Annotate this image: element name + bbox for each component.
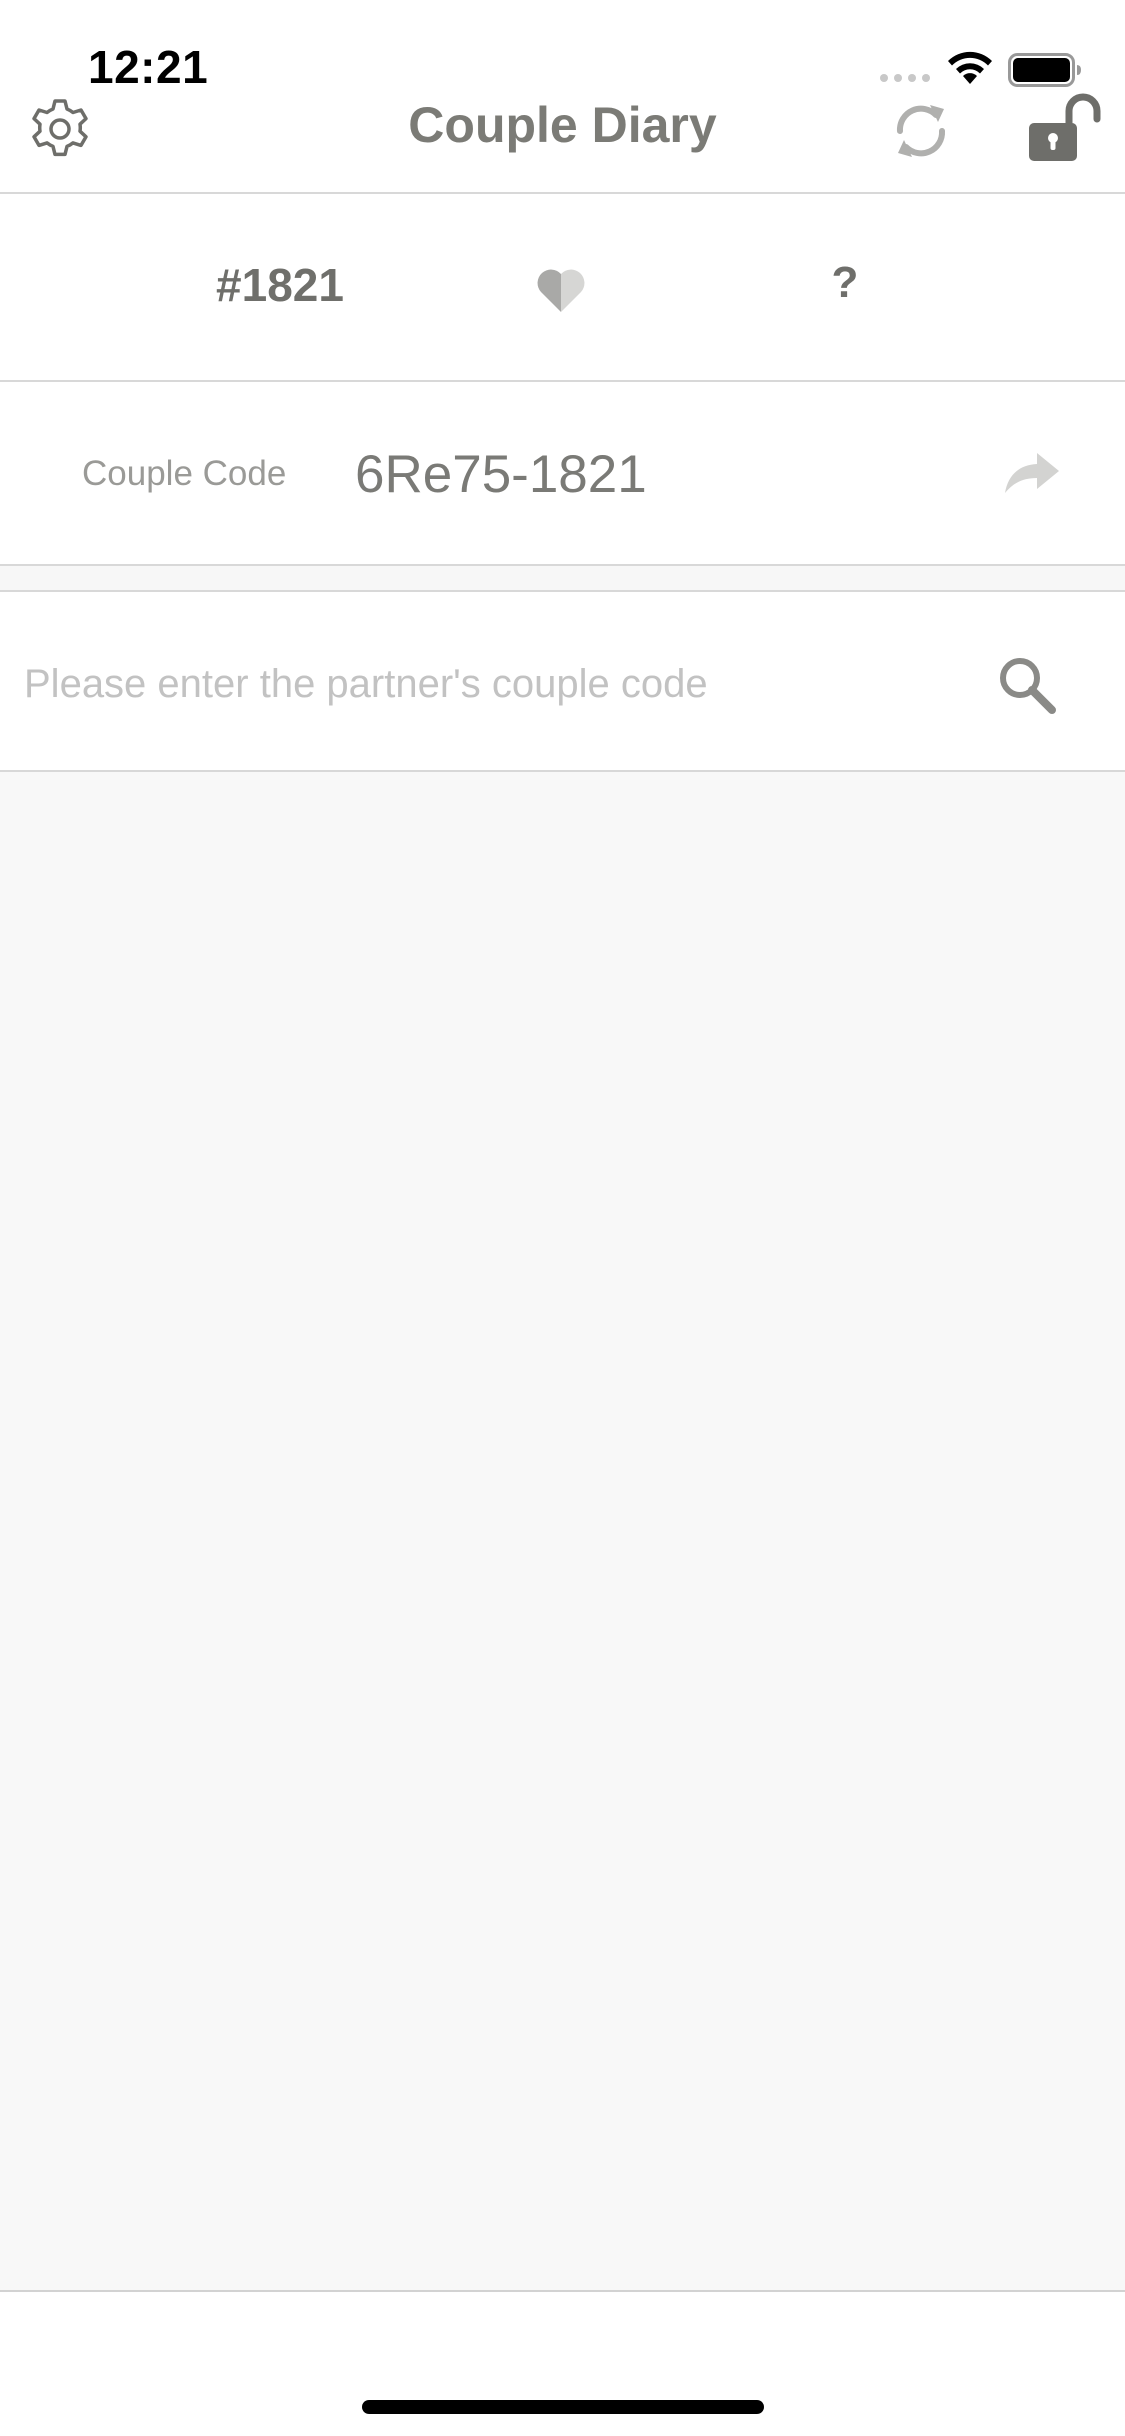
results-area (0, 772, 1125, 2290)
page-title: Couple Diary (0, 95, 1125, 194)
share-arrow-icon[interactable] (1003, 449, 1061, 497)
gear-icon[interactable] (24, 95, 96, 167)
half-heart-icon (537, 269, 585, 312)
status-time: 12:21 (88, 41, 209, 93)
home-indicator[interactable] (362, 2400, 764, 2414)
my-couple-number: #1821 (216, 259, 344, 311)
navigation-bar: Couple Diary (0, 93, 1125, 194)
battery-icon (1008, 53, 1081, 87)
partner-couple-number: ? (831, 258, 859, 307)
status-bar: 12:21 (0, 0, 1125, 95)
wifi-icon (948, 51, 992, 84)
couple-status-row: #1821 ? (0, 196, 1125, 382)
couple-code-row: Couple Code 6Re75-1821 (0, 384, 1125, 566)
section-separator (0, 566, 1125, 592)
bottom-bar (0, 2290, 1125, 2436)
sync-icon[interactable] (888, 95, 954, 167)
couple-code-value: 6Re75-1821 (355, 445, 647, 504)
search-icon[interactable] (996, 654, 1058, 716)
couple-code-label: Couple Code (82, 454, 287, 493)
unlock-icon[interactable] (1025, 87, 1103, 167)
partner-code-input[interactable] (24, 644, 954, 724)
page-title-text: Couple Diary (408, 97, 717, 153)
partner-search-row (0, 594, 1125, 772)
cellular-dots-icon (880, 74, 930, 82)
